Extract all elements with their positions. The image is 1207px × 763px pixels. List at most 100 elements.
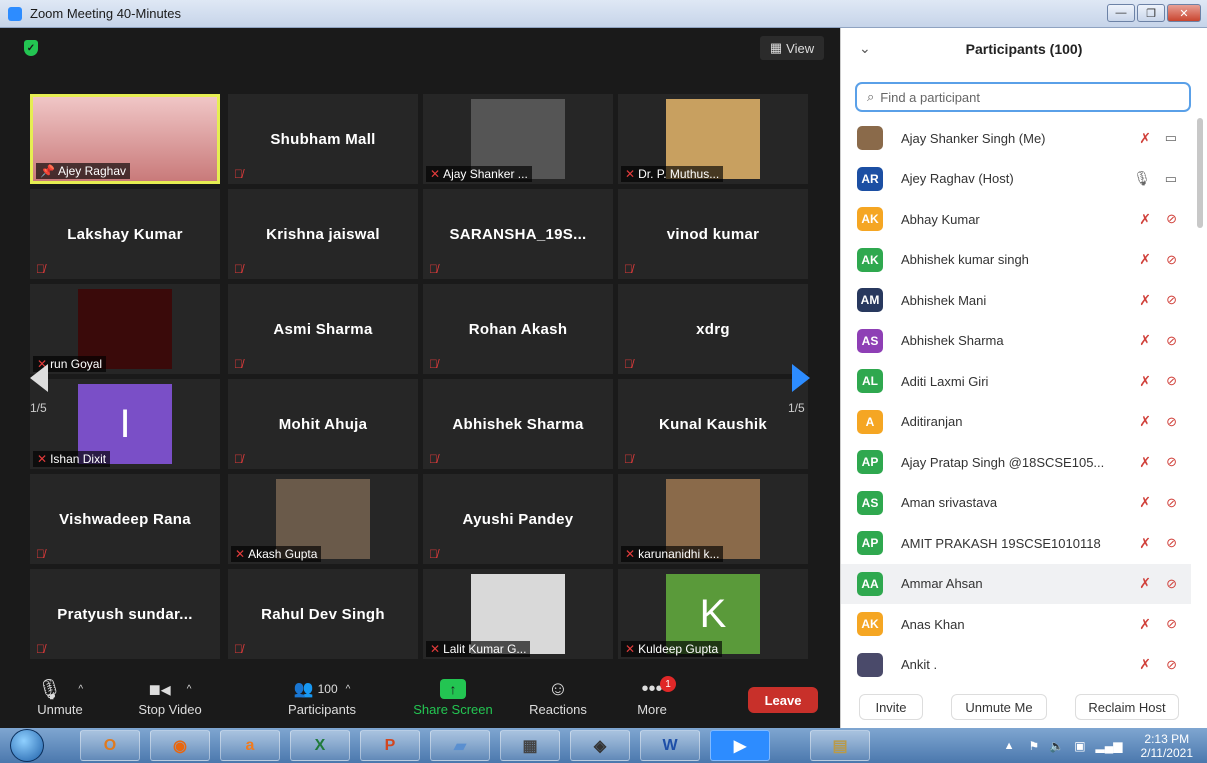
participant-list-item[interactable]: AK Anas Khan ✗ ⊘ [841,604,1191,645]
participant-video-tile[interactable]: Ayushi Pandey 🎙̸ [423,474,613,564]
start-button[interactable] [10,729,44,762]
reclaim-host-button[interactable]: Reclaim Host [1075,694,1179,720]
zoom-app-icon [8,6,22,21]
participant-video-tile[interactable]: ✕ Ajay Shanker ... [423,94,613,184]
participant-list-scrollbar[interactable] [1197,118,1203,228]
calculator-taskbar-icon[interactable]: ▦ [500,730,560,761]
share-screen-button[interactable]: ↑ Share Screen [408,676,498,717]
muted-mic-icon: 🎙̸ [234,452,243,466]
participant-avatar: AK [857,247,883,272]
security-shield-icon[interactable]: ✓ [24,40,38,56]
word-taskbar-icon[interactable]: W [640,730,700,761]
participant-list-name: Aditi Laxmi Giri [901,373,989,389]
participant-video-tile[interactable]: Mohit Ahuja 🎙̸ [228,379,418,469]
muted-mic-icon: ✗ [1139,615,1151,632]
unmute-button[interactable]: 🎙 ^ Unmute [30,676,90,718]
stop-video-button[interactable]: ■◂ ^ Stop Video [130,676,210,718]
volume-icon[interactable]: 🔈 [1049,739,1064,753]
participants-count: 100 [317,682,338,696]
participant-video-tile[interactable]: I ✕ Ishan Dixit [30,379,220,469]
participant-video-tile[interactable]: Kunal Kaushik 🎙̸ [618,379,808,469]
participant-video-tile[interactable]: Abhishek Sharma 🎙̸ [423,379,613,469]
next-page-arrow[interactable] [792,364,810,392]
muted-mic-icon: ✗ [1139,210,1151,227]
view-button[interactable]: ▦ View [760,36,824,60]
participants-button[interactable]: 👥 100 ^ Participants [282,676,362,717]
app-taskbar-icon[interactable]: a [220,730,280,761]
participant-video-tile[interactable]: Lakshay Kumar 🎙̸ [30,189,220,279]
participant-list-item[interactable]: AP Ajay Pratap Singh @18SCSE105... ✗ ⊘ [841,442,1191,483]
participant-list-item[interactable]: AP AMIT PRAKASH 19SCSE1010118 ✗ ⊘ [841,523,1191,564]
unmute-me-button[interactable]: Unmute Me [951,694,1047,720]
participant-video-tile[interactable]: SARANSHA_19S... 🎙̸ [423,189,613,279]
minimize-button[interactable]: — [1107,4,1135,22]
participant-list-item[interactable]: AA Ammar Ahsan ✗ ⊘ [841,563,1191,604]
more-button[interactable]: ••• 1 More [622,676,682,717]
participant-video-tile[interactable]: Asmi Sharma 🎙̸ [228,284,418,374]
participant-video-tile[interactable]: Shubham Mall 🎙̸ [228,94,418,184]
participant-video-tile[interactable]: xdrg 🎙̸ [618,284,808,374]
participant-video-tile[interactable]: vinod kumar 🎙̸ [618,189,808,279]
participant-list-item[interactable]: Ankit . ✗ ⊘ [841,645,1191,686]
prev-page-arrow[interactable] [30,364,48,392]
excel-taskbar-icon[interactable]: X [290,730,350,761]
participant-video-tile[interactable]: 📌 Ajey Raghav [30,94,220,184]
notes-taskbar-icon[interactable]: ▰ [430,730,490,761]
find-participant-input[interactable]: ⌕ Find a participant [855,82,1191,112]
participant-list-item[interactable]: AK Abhay Kumar ✗ ⊘ [841,199,1191,240]
participant-video-tile[interactable]: Pratyush sundar... 🎙̸ [30,569,220,659]
signal-icon[interactable]: ▂▄▆ [1096,739,1123,753]
participant-video-tile[interactable]: Vishwadeep Rana 🎙̸ [30,474,220,564]
close-button[interactable]: ✕ [1167,4,1201,22]
muted-mic-icon: ✕ [235,547,246,561]
device-icon[interactable]: ▣ [1074,739,1085,753]
powerpoint-taskbar-icon[interactable]: P [360,730,420,761]
participant-video-tile[interactable]: ✕ Dr. P. Muthus... [618,94,808,184]
outlook-taskbar-icon[interactable]: O [80,730,140,761]
participant-label-text: karunanidhi k... [638,547,720,561]
reactions-button[interactable]: ☺ Reactions [520,676,596,718]
participant-video-tile[interactable]: ✕ Lalit Kumar G... [423,569,613,659]
participant-list-item[interactable]: Ajay Shanker Singh (Me) ✗ ▭ [841,118,1191,159]
meeting-area: ✓ ▦ View 📌 Ajey Raghav Shubham Mall 🎙̸ ✕ Ajay … [0,28,832,728]
participant-video-tile[interactable]: ✕ karunanidhi k... [618,474,808,564]
collapse-chevron-icon[interactable]: ⌄ [859,40,871,57]
video-off-icon: ⊘ [1166,211,1177,227]
participant-avatar: AR [857,166,883,191]
participant-label-text: Ajey Raghav [57,164,126,178]
video-off-icon: ⊘ [1166,494,1177,510]
participant-label: ✕ karunanidhi k... [621,546,724,562]
muted-mic-icon: ✗ [1139,251,1151,268]
zoom-taskbar-icon[interactable]: ▶ [710,730,770,761]
network-flag-icon[interactable]: ⚑ [1028,739,1039,753]
leave-button[interactable]: Leave [748,687,818,713]
show-hidden-icons-icon[interactable]: ▲ [1004,740,1015,752]
participant-list-item[interactable]: A Aditiranjan ✗ ⊘ [841,402,1191,443]
firefox-taskbar-icon[interactable]: ◉ [150,730,210,761]
participant-label: ✕ Kuldeep Gupta [621,641,723,657]
participant-video-tile[interactable]: ✕ Akash Gupta [228,474,418,564]
explorer-taskbar-icon[interactable]: ▤ [810,730,870,761]
panel-footer: Invite Unmute Me Reclaim Host [841,686,1207,726]
video-off-icon: ⊘ [1166,413,1177,429]
participant-list-item[interactable]: AR Ajey Raghav (Host) 🎙 ▭ [841,159,1191,200]
system-clock[interactable]: 2:13 PM 2/11/2021 [1141,732,1194,760]
participant-video-tile[interactable]: Rahul Dev Singh 🎙̸ [228,569,418,659]
participant-list-item[interactable]: AS Aman srivastava ✗ ⊘ [841,483,1191,524]
invite-button[interactable]: Invite [859,694,923,720]
participant-video-tile[interactable]: ✕ run Goyal [30,284,220,374]
participant-video-tile[interactable]: K ✕ Kuldeep Gupta [618,569,808,659]
participant-name: Mohit Ahuja [278,415,368,433]
participant-video-tile[interactable]: Krishna jaiswal 🎙̸ [228,189,418,279]
muted-mic-icon: 🎙̸ [624,262,633,276]
scanner-taskbar-icon[interactable]: ◈ [570,730,630,761]
participant-list-item[interactable]: AK Abhishek kumar singh ✗ ⊘ [841,240,1191,281]
participant-video-tile[interactable]: Rohan Akash 🎙̸ [423,284,613,374]
participant-list-name: Ajay Shanker Singh (Me) [901,130,1046,146]
participant-list-item[interactable]: AL Aditi Laxmi Giri ✗ ⊘ [841,361,1191,402]
participant-avatar: AP [857,450,883,475]
participant-list-item[interactable]: AM Abhishek Mani ✗ ⊘ [841,280,1191,321]
muted-mic-icon: ✗ [1139,413,1151,430]
participant-list-item[interactable]: AS Abhishek Sharma ✗ ⊘ [841,321,1191,362]
maximize-button[interactable]: ❐ [1137,4,1165,22]
